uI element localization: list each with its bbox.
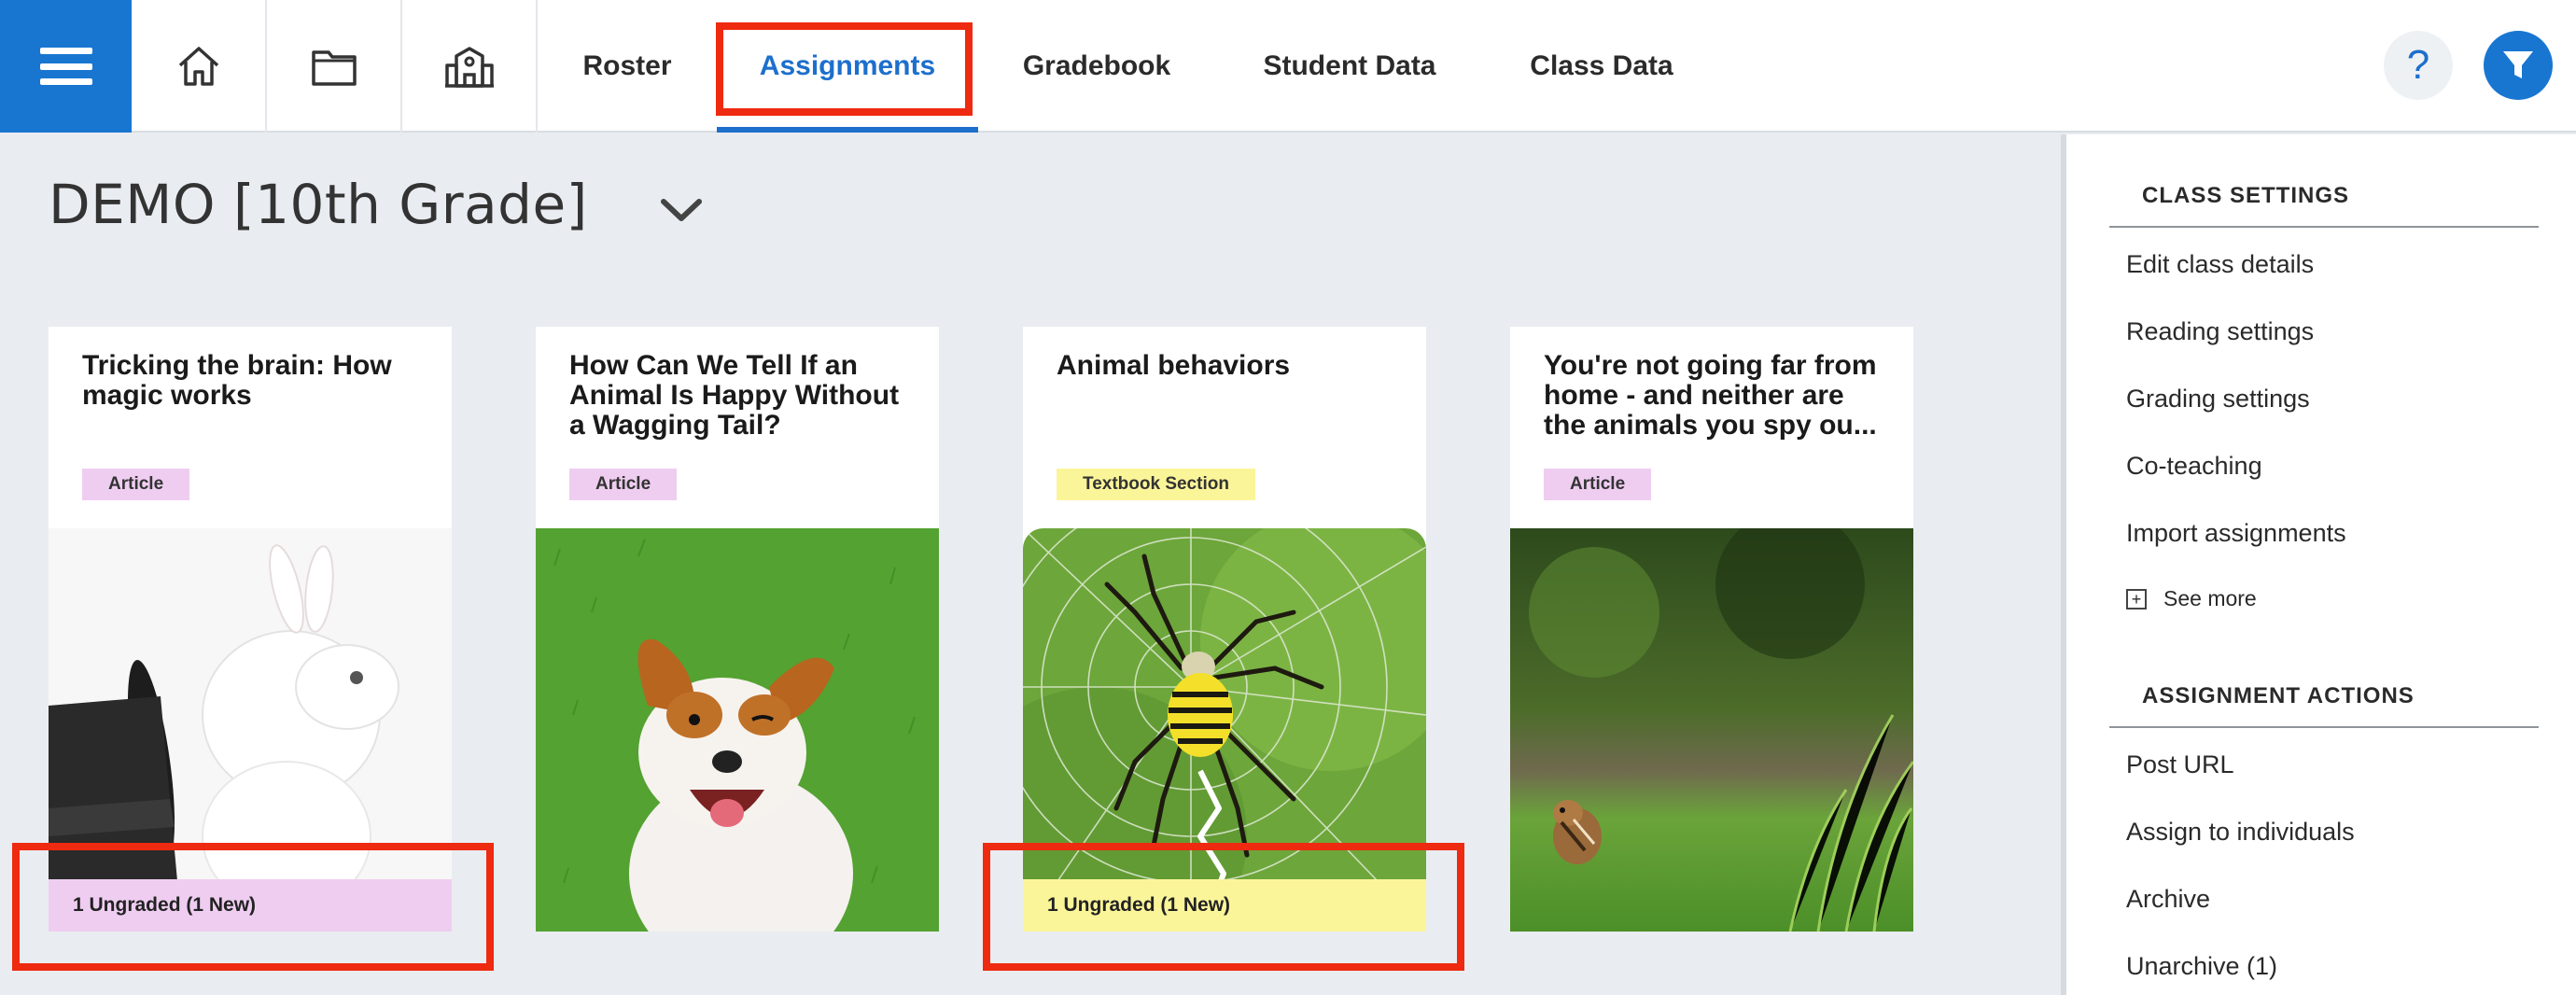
assignment-type-badge: Textbook Section [1057,469,1255,500]
tab-roster[interactable]: Roster [538,0,717,133]
grading-settings-link[interactable]: Grading settings [2126,385,2310,413]
class-settings-heading: CLASS SETTINGS [2142,183,2350,208]
class-dropdown-button[interactable] [653,187,709,233]
tab-roster-label: Roster [582,50,672,81]
tab-student-data-label: Student Data [1263,50,1436,81]
grading-status[interactable]: 1 Ungraded (1 New) [1023,879,1426,932]
help-button[interactable]: ? [2384,31,2453,100]
reading-settings-link[interactable]: Reading settings [2126,317,2314,346]
co-teaching-link[interactable]: Co-teaching [2126,452,2262,481]
school-icon [444,47,494,88]
assignment-thumbnail [536,528,939,932]
folder-icon [311,50,357,86]
menu-icon [39,48,92,85]
filter-button[interactable] [2484,31,2553,100]
tab-student-data[interactable]: Student Data [1215,0,1484,133]
library-button[interactable] [267,0,402,133]
divider [2109,226,2539,228]
divider [2109,726,2539,728]
plus-box-icon: + [2126,588,2147,610]
assignment-type-badge: Article [82,469,190,500]
assignment-title: Tricking the brain: How magic works [82,350,392,411]
assignment-type-badge: Article [569,469,678,500]
assignment-actions-heading: ASSIGNMENT ACTIONS [2142,683,2415,708]
top-nav: Roster Assignments Gradebook Student Dat… [0,0,2576,133]
assignment-type-badge: Article [1544,469,1652,500]
tab-gradebook[interactable]: Gradebook [978,0,1215,133]
assignment-thumbnail [1510,528,1913,932]
assignment-title: You're not going far from home - and nei… [1544,350,1877,441]
home-button[interactable] [132,0,267,133]
assignment-thumbnail [49,528,452,932]
tab-gradebook-label: Gradebook [1022,50,1171,81]
assignment-card[interactable]: How Can We Tell If an Animal Is Happy Wi… [536,327,939,932]
assignment-card[interactable]: You're not going far from home - and nei… [1510,327,1913,932]
post-url-link[interactable]: Post URL [2126,750,2234,779]
menu-button[interactable] [0,0,132,133]
class-title: DEMO [10th Grade] [49,173,588,236]
assignment-title: Animal behaviors [1057,350,1291,381]
active-tab-indicator [717,127,978,133]
unarchive-link[interactable]: Unarchive (1) [2126,952,2277,981]
import-assignments-link[interactable]: Import assignments [2126,519,2346,548]
chevron-down-icon [661,199,702,221]
right-sidebar: CLASS SETTINGS Edit class details Readin… [2061,134,2576,995]
assignment-card[interactable]: Animal behaviors Textbook Section 1 Ungr… [1023,327,1426,932]
see-more-button[interactable]: + See more [2126,586,2257,611]
classes-button[interactable] [402,0,538,133]
edit-class-details-link[interactable]: Edit class details [2126,250,2314,279]
tab-assignments-label: Assignments [759,50,936,81]
assignment-thumbnail [1023,528,1426,932]
assign-to-individuals-link[interactable]: Assign to individuals [2126,818,2355,847]
see-more-label: See more [2163,586,2257,610]
home-icon [178,47,218,86]
help-icon: ? [2406,42,2430,88]
grading-status[interactable]: 1 Ungraded (1 New) [49,879,452,932]
assignment-title: How Can We Tell If an Animal Is Happy Wi… [569,350,900,441]
archive-link[interactable]: Archive [2126,885,2210,914]
tab-class-data-label: Class Data [1530,50,1673,81]
tab-class-data[interactable]: Class Data [1484,0,1719,133]
assignment-card[interactable]: Tricking the brain: How magic works Arti… [49,327,452,932]
tab-assignments[interactable]: Assignments [717,0,978,133]
filter-icon [2503,51,2533,78]
